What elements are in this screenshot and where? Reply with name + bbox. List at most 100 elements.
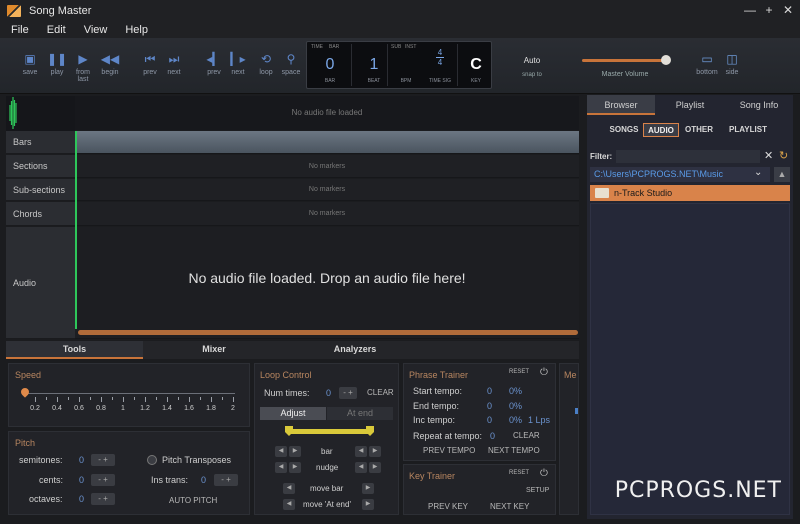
nudge-right-a-button[interactable]: ▶ <box>289 462 301 473</box>
menu-view[interactable]: View <box>84 24 108 36</box>
next-marker-button[interactable]: ▎▸ next <box>228 52 248 76</box>
close-button[interactable]: ✕ <box>780 3 796 17</box>
prev-tempo-button[interactable]: PREV TEMPO <box>423 446 475 455</box>
phrase-clear-button[interactable]: CLEAR <box>513 431 540 440</box>
tab-playlist[interactable]: Playlist <box>656 95 724 115</box>
tab-browser[interactable]: Browser <box>587 95 655 115</box>
bar-left-a-button[interactable]: ◀ <box>275 446 287 457</box>
track-label-sub-sections[interactable]: Sub-sections <box>6 179 75 201</box>
auto-pitch-button[interactable]: AUTO PITCH <box>169 496 217 505</box>
bar-right-a-button[interactable]: ▶ <box>289 446 301 457</box>
track-label-bars[interactable]: Bars <box>6 131 75 154</box>
subtab-playlist[interactable]: PLAYLIST <box>721 123 775 137</box>
nudge-right-b-button[interactable]: ▶ <box>369 462 381 473</box>
ins-trans-stepper[interactable]: - + <box>214 474 238 486</box>
menu-file[interactable]: File <box>11 24 29 36</box>
bars-lane[interactable] <box>75 131 579 154</box>
maximize-button[interactable]: + <box>761 3 777 17</box>
waveform-icon <box>9 97 17 129</box>
speed-tick-label: 0.6 <box>74 405 84 412</box>
phrase-reset-button[interactable]: RESET <box>509 369 529 375</box>
play-button[interactable]: ❚❚ play <box>47 52 67 76</box>
up-folder-button[interactable]: ▲ <box>774 167 790 182</box>
move-at-end-right-button[interactable]: ▶ <box>362 499 374 510</box>
loop-start-handle[interactable] <box>285 426 293 436</box>
move-bar-left-button[interactable]: ◀ <box>283 483 295 494</box>
sections-lane[interactable]: No markers <box>75 155 579 178</box>
master-volume-slider[interactable] <box>582 59 666 62</box>
speed-tick-mark <box>189 397 190 402</box>
tab-tools[interactable]: Tools <box>6 341 143 359</box>
loop-clear-button[interactable]: CLEAR <box>367 388 394 397</box>
speed-tick-mark <box>167 397 168 402</box>
bar-left-b-button[interactable]: ◀ <box>355 446 367 457</box>
playhead[interactable] <box>75 131 77 329</box>
move-bar-right-button[interactable]: ▶ <box>362 483 374 494</box>
track-label-audio[interactable]: Audio <box>6 227 75 339</box>
next-key-button[interactable]: NEXT KEY <box>490 502 529 511</box>
loop-button[interactable]: ⟲ loop <box>255 52 277 76</box>
subtab-other[interactable]: OTHER <box>681 123 717 137</box>
pitch-transposes-checkbox[interactable] <box>147 455 157 465</box>
window-title: Song Master <box>29 5 92 17</box>
from-last-button[interactable]: ▶ from last <box>70 52 96 83</box>
subtab-songs[interactable]: SONGS <box>606 123 642 137</box>
skip-back-icon: ⏮ <box>144 52 156 66</box>
speed-slider[interactable] <box>25 393 235 394</box>
filter-input[interactable] <box>616 150 760 163</box>
tab-mixer[interactable]: Mixer <box>144 341 284 359</box>
save-button[interactable]: ▣ save <box>20 52 40 76</box>
prev-key-button[interactable]: PREV KEY <box>428 502 468 511</box>
next-tempo-button[interactable]: NEXT TEMPO <box>488 446 540 455</box>
track-label-sections[interactable]: Sections <box>6 155 75 178</box>
loop-end-handle[interactable] <box>366 426 374 436</box>
bar-right-b-button[interactable]: ▶ <box>369 446 381 457</box>
begin-button[interactable]: ◀◀ begin <box>99 52 121 76</box>
sub-sections-lane[interactable]: No markers <box>75 179 579 201</box>
clear-filter-icon[interactable]: ✕ <box>764 149 773 162</box>
cents-stepper[interactable]: - + <box>91 474 115 486</box>
key-reset-button[interactable]: RESET <box>509 470 529 476</box>
minimize-button[interactable]: — <box>742 3 758 17</box>
speed-tick-mark <box>200 397 201 400</box>
horizontal-scrollbar[interactable] <box>78 330 578 335</box>
refresh-icon[interactable]: ↻ <box>779 149 788 162</box>
move-at-end-left-button[interactable]: ◀ <box>283 499 295 510</box>
snap-to-control[interactable]: Auto snap to <box>512 56 552 78</box>
space-button[interactable]: ⚲ space <box>280 52 302 76</box>
nudge-left-b-button[interactable]: ◀ <box>355 462 367 473</box>
num-times-stepper[interactable]: - + <box>339 387 357 399</box>
tab-song-info[interactable]: Song Info <box>725 95 793 115</box>
speed-tick-mark <box>123 397 124 402</box>
semitones-stepper[interactable]: - + <box>91 454 115 466</box>
key-setup-button[interactable]: SETUP <box>526 487 549 494</box>
prev-button[interactable]: ⏮ prev <box>140 52 160 76</box>
phrase-trainer-panel: Phrase Trainer RESET ⏻ Start tempo: 0 0%… <box>403 363 556 461</box>
prev-marker-button[interactable]: ◂▎ prev <box>204 52 224 76</box>
time-signature: 4 4 <box>436 48 444 67</box>
master-volume-knob[interactable] <box>661 55 671 65</box>
key-value: C <box>470 56 482 73</box>
menu-help[interactable]: Help <box>125 24 148 36</box>
file-list[interactable] <box>590 203 790 515</box>
bottom-view-button[interactable]: ▭ bottom <box>696 52 718 76</box>
side-view-button[interactable]: ◫ side <box>722 52 742 76</box>
loop-range-bar[interactable] <box>289 429 371 434</box>
nudge-left-a-button[interactable]: ◀ <box>275 462 287 473</box>
speed-slider-handle[interactable] <box>19 386 31 398</box>
key-power-icon[interactable]: ⏻ <box>540 468 548 479</box>
track-label-chords[interactable]: Chords <box>6 202 75 226</box>
octaves-stepper[interactable]: - + <box>91 493 115 505</box>
at-end-tab[interactable]: At end <box>327 407 393 420</box>
chords-lane[interactable]: No markers <box>75 202 579 226</box>
path-dropdown[interactable]: C:\Users\PCPROGS.NET\Music ⌄ <box>590 167 770 182</box>
menu-edit[interactable]: Edit <box>47 24 66 36</box>
subtab-audio[interactable]: AUDIO <box>643 123 679 137</box>
drop-message: No audio file loaded. Drop an audio file… <box>188 270 466 286</box>
power-icon[interactable]: ⏻ <box>540 367 548 378</box>
save-icon: ▣ <box>24 52 36 66</box>
list-item[interactable]: n-Track Studio <box>590 185 790 201</box>
next-button[interactable]: ⏭ next <box>164 52 184 76</box>
adjust-tab[interactable]: Adjust <box>260 407 326 420</box>
tab-analyzers[interactable]: Analyzers <box>285 341 425 359</box>
